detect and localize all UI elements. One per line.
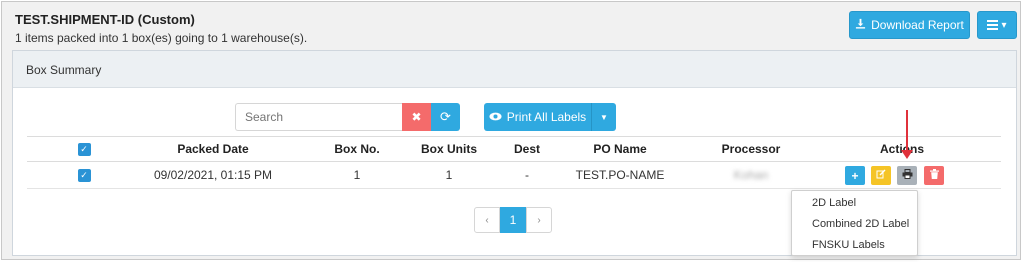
print-box-button[interactable] [897,166,917,185]
menu-item-combined-2d-label[interactable]: Combined 2D Label [792,214,917,235]
download-report-label: Download Report [871,18,964,32]
box-no-cell: 1 [353,168,361,182]
box-units-cell: 1 [445,168,453,182]
menu-item-fnsku-labels[interactable]: FNSKU Labels [792,235,917,256]
printer-icon [902,169,913,182]
column-header-processor[interactable]: Processor [691,137,811,161]
plus-icon: + [851,168,859,183]
menu-item-2d-label[interactable]: 2D Label [792,193,917,214]
trash-icon [929,169,939,182]
annotation-arrow-head [901,150,913,159]
page-frame: TEST.SHIPMENT-ID (Custom) 1 items packed… [1,1,1021,260]
box-table: ✓ Packed Date Box No. Box Units Dest PO … [27,136,1001,189]
edit-icon [876,169,886,182]
shipment-summary: 1 items packed into 1 box(es) going to 1… [15,31,308,45]
annotation-arrow [906,110,908,152]
checkbox-checked-icon: ✓ [77,142,91,156]
print-all-labels-dropdown-toggle[interactable]: ▼ [591,103,616,131]
column-header-po-name[interactable]: PO Name [560,137,680,161]
table-row: ✓ 09/02/2021, 01:15 PM 1 1 - TEST.PO-NAM… [27,162,1001,189]
print-all-labels-label: Print All Labels [506,110,587,124]
eye-icon [489,110,502,124]
checkbox-checked-icon: ✓ [77,168,91,182]
table-header-row: ✓ Packed Date Box No. Box Units Dest PO … [27,136,1001,162]
edit-box-button[interactable] [871,166,891,185]
clear-search-button[interactable]: ✖ [402,103,431,131]
select-all-checkbox[interactable]: ✓ [67,137,101,161]
processor-cell: Kohan [733,168,769,182]
pagination-next-button[interactable]: › [526,207,552,233]
refresh-icon: ⟳ [440,109,451,124]
add-box-button[interactable]: + [845,166,865,185]
pagination-prev-button[interactable]: ‹ [474,207,500,233]
hamburger-icon [987,18,999,32]
download-icon [855,18,866,32]
caret-down-icon: ▼ [600,112,608,122]
packed-date-cell: 09/02/2021, 01:15 PM [153,168,273,182]
close-icon: ✖ [411,110,422,124]
delete-box-button[interactable] [924,166,944,185]
print-label-menu: 2D Label Combined 2D Label FNSKU Labels [791,190,918,256]
pagination: ‹ 1 › [474,207,552,233]
search-input[interactable] [235,103,402,131]
caret-down-icon: ▾ [1001,19,1007,31]
refresh-button[interactable]: ⟳ [431,103,460,131]
row-select-checkbox[interactable]: ✓ [67,162,101,188]
column-header-box-no[interactable]: Box No. [307,137,407,161]
download-report-button[interactable]: Download Report [849,11,970,39]
column-header-box-units[interactable]: Box Units [399,137,499,161]
shipment-title: TEST.SHIPMENT-ID (Custom) [15,12,195,27]
options-menu-button[interactable]: ▾ [977,11,1017,39]
pagination-page-button[interactable]: 1 [500,207,526,233]
panel-title: Box Summary [13,51,1016,88]
print-all-labels-button[interactable]: Print All Labels [484,103,591,131]
column-header-dest[interactable]: Dest [492,137,562,161]
dest-cell: - [525,168,529,182]
column-header-packed-date[interactable]: Packed Date [123,137,303,161]
po-name-cell: TEST.PO-NAME [575,168,665,182]
